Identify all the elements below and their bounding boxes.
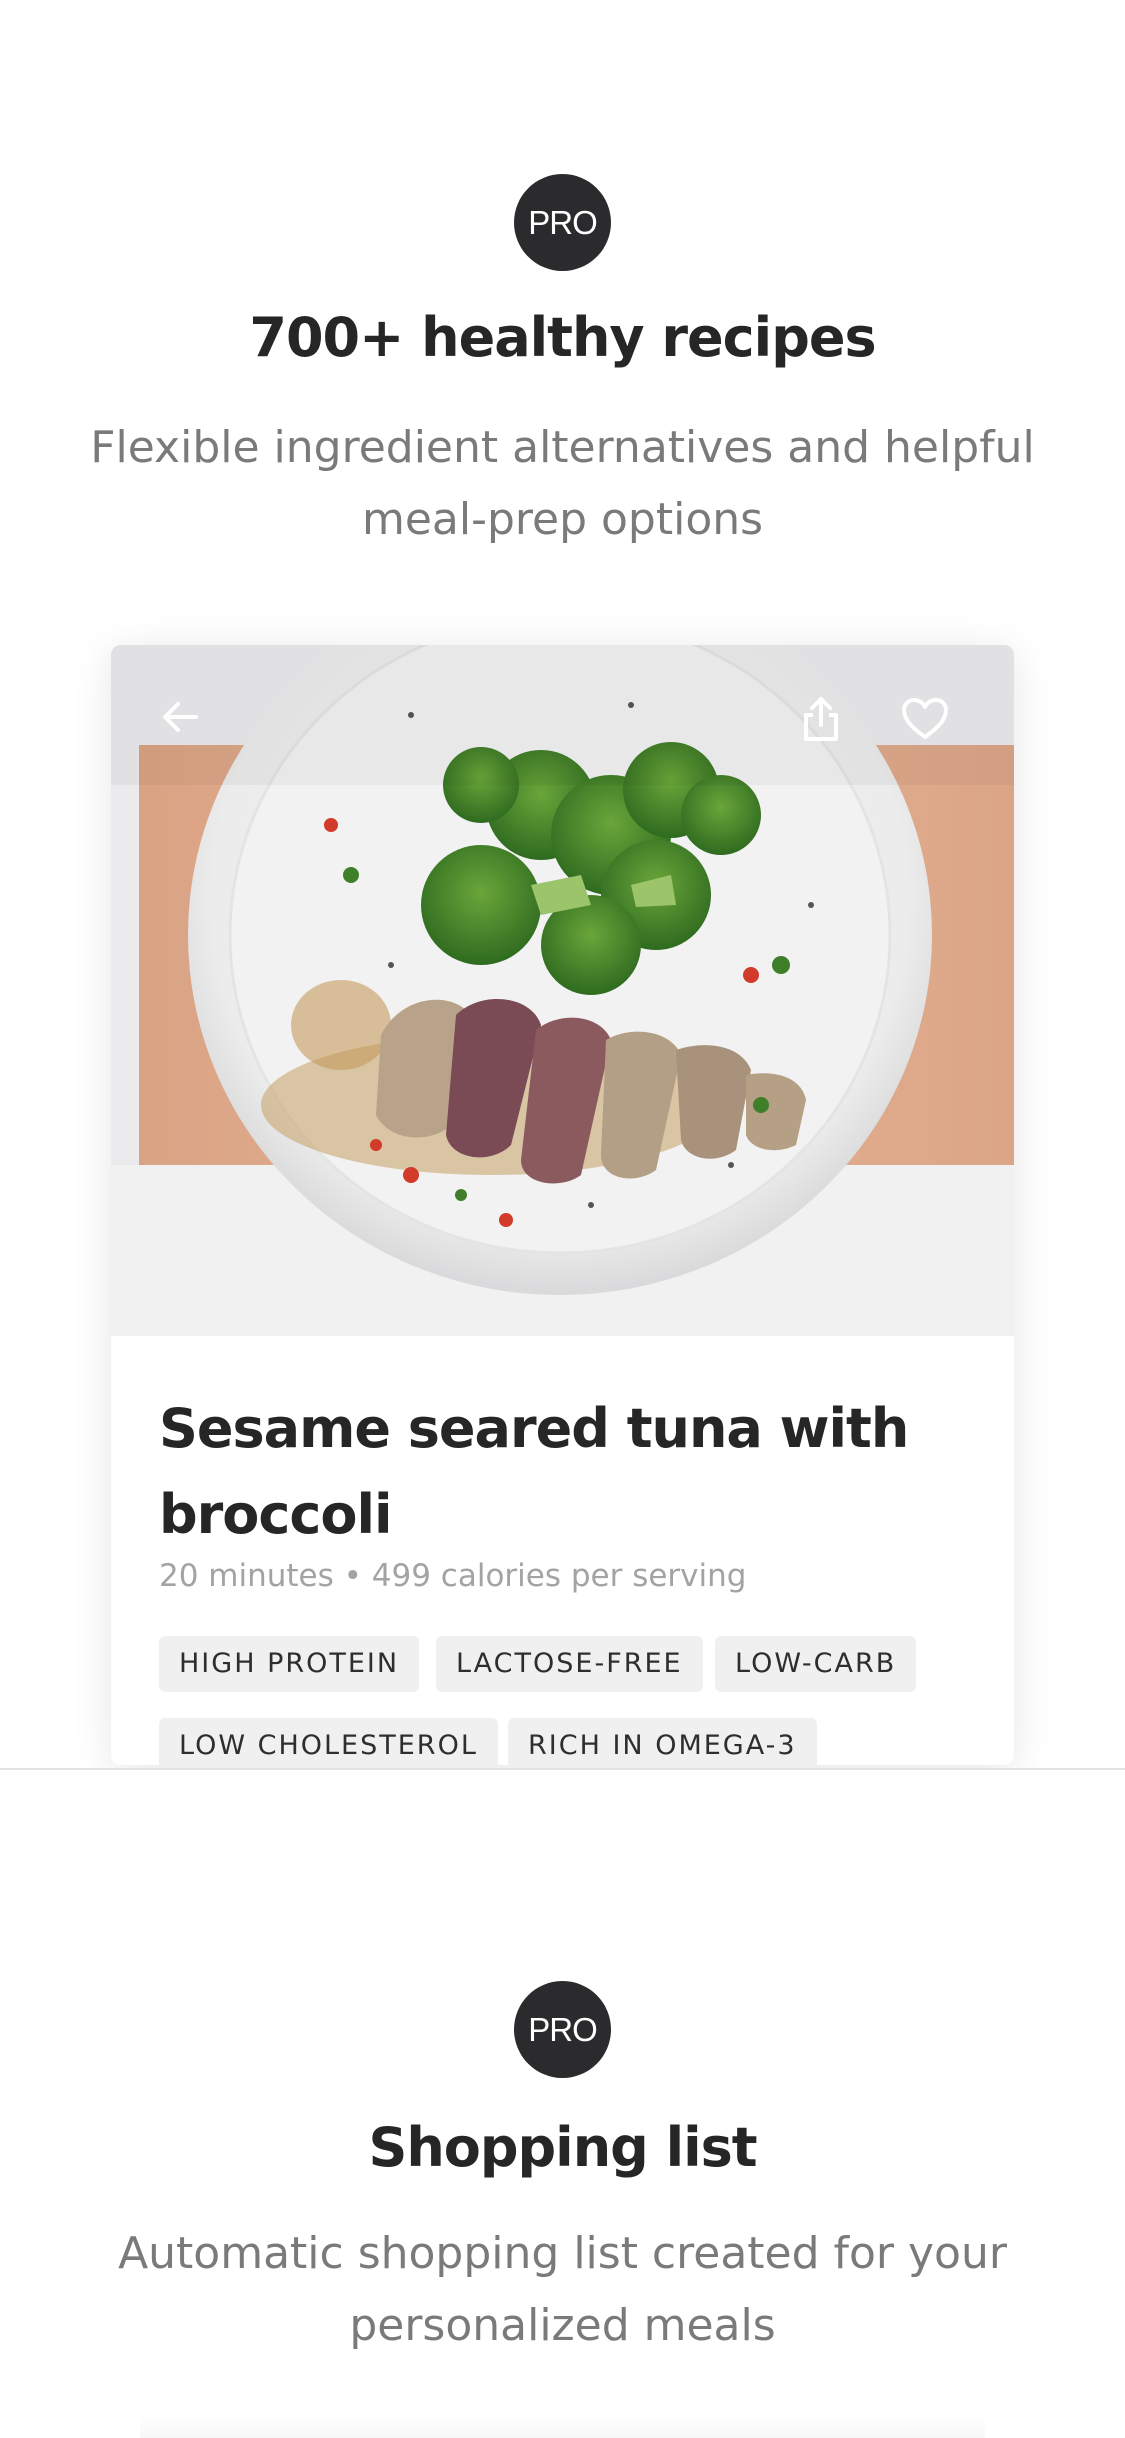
tag: RICH IN OMEGA-3 xyxy=(508,1718,817,1765)
share-button[interactable] xyxy=(801,695,871,765)
pro-badge: PRO xyxy=(514,1981,611,2078)
back-button[interactable] xyxy=(160,697,230,767)
tag: LACTOSE-FREE xyxy=(436,1636,703,1692)
feature-description: Flexible ingredient alternatives and hel… xyxy=(90,422,1035,545)
recipe-meta: 20 minutes • 499 calories per serving xyxy=(159,1558,747,1594)
recipe-title: Sesame seared tuna with broccoli xyxy=(159,1397,909,1546)
tag: LOW-CARB xyxy=(715,1636,917,1692)
recipe-card[interactable]: Sesame seared tuna with broccoli 20 minu… xyxy=(111,645,1014,1765)
recipe-photo-illustration xyxy=(111,645,1014,1336)
recipe-photo xyxy=(111,645,1014,1336)
feature-title: Shopping list xyxy=(368,2116,757,2179)
shopping-list-feature-sheet: PRO Shopping list Automatic shopping lis… xyxy=(0,1768,1125,2438)
tag: HIGH PROTEIN xyxy=(159,1636,420,1692)
heart-icon xyxy=(902,698,948,739)
pro-badge: PRO xyxy=(514,174,611,271)
next-card-peek xyxy=(140,2414,985,2438)
feature-description: Automatic shopping list created for your… xyxy=(118,2228,1007,2351)
feature-title: 700+ healthy recipes xyxy=(249,306,876,369)
tag: LOW CHOLESTEROL xyxy=(159,1718,498,1765)
share-icon xyxy=(804,697,838,741)
arrow-left-icon xyxy=(163,702,198,732)
favorite-button[interactable] xyxy=(901,697,971,767)
